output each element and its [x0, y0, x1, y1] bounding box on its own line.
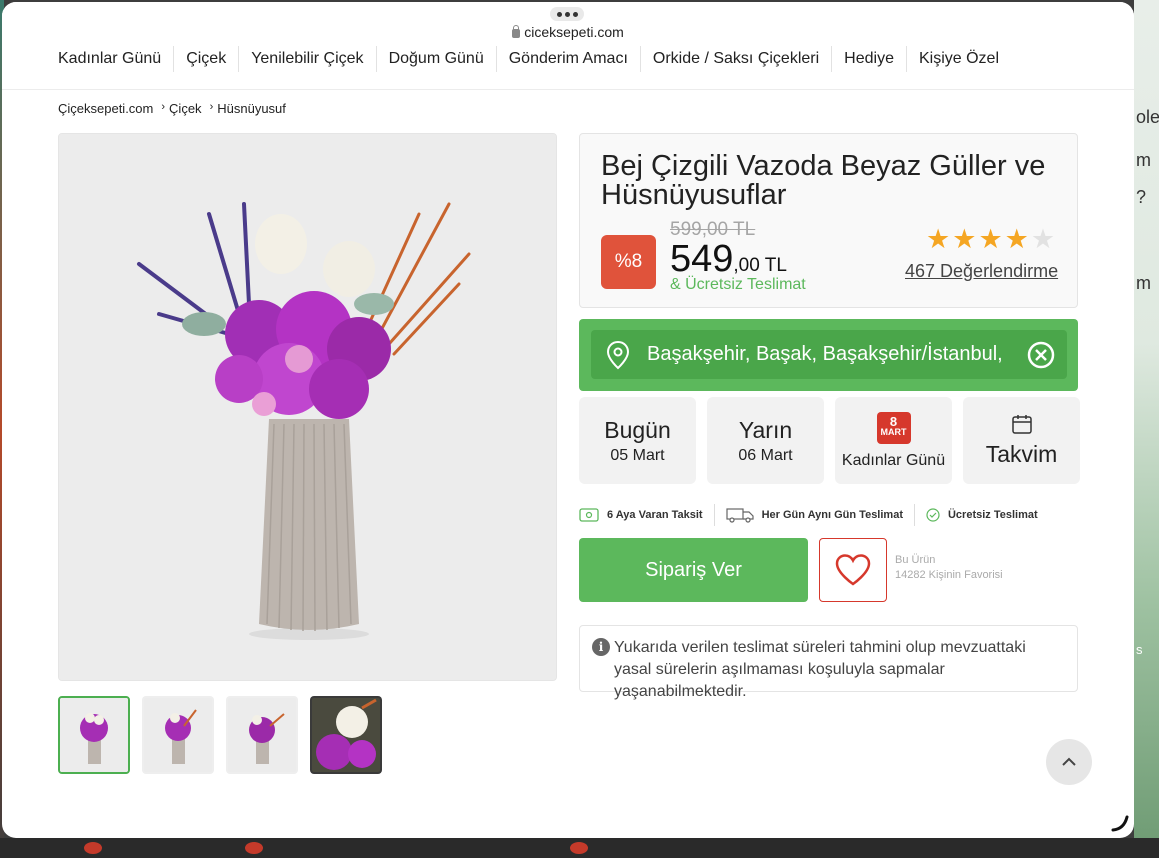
background-text: olea: [1136, 107, 1159, 127]
badge-text: MART: [880, 426, 907, 437]
feature-label: Ücretsiz Teslimat: [947, 509, 1038, 521]
date-option-kadinlar-gunu[interactable]: 8 MART Kadınlar Günü: [835, 397, 952, 484]
nav-item-orkide[interactable]: Orkide / Saksı Çiçekleri: [641, 46, 833, 72]
clear-location-icon[interactable]: [1027, 341, 1055, 369]
background-text: m: [1136, 150, 1151, 170]
features-row: 6 Aya Varan Taksit Her Gün Aynı Gün Tesl…: [579, 504, 1038, 526]
feature-label: 6 Aya Varan Taksit: [607, 509, 703, 521]
url-text: ciceksepeti.com: [524, 24, 624, 40]
background-text: s: [1136, 642, 1143, 657]
product-info-panel: Bej Çizgili Vazoda Beyaz Güller ve Hüsnü…: [579, 133, 1078, 308]
date-option-today[interactable]: Bugün 05 Mart: [579, 397, 696, 484]
nav-item-gonderim-amaci[interactable]: Gönderim Amacı: [497, 46, 641, 72]
lock-icon: [512, 25, 521, 38]
date-option-tomorrow[interactable]: Yarın 06 Mart: [707, 397, 824, 484]
location-value: Başakşehir, Başak, Başakşehir/İstanbul,: [647, 343, 1003, 365]
location-input[interactable]: Başakşehir, Başak, Başakşehir/İstanbul,: [591, 330, 1067, 379]
nav-item-kisiye-ozel[interactable]: Kişiye Özel: [907, 46, 1011, 72]
favorite-button[interactable]: [819, 538, 887, 602]
background-flower: [84, 842, 102, 854]
thumbnail-2[interactable]: [142, 696, 214, 774]
star-icon: ★: [1004, 224, 1029, 254]
womens-day-icon: 8 MART: [876, 411, 911, 444]
feature-label: Her Gün Aynı Gün Teslimat: [761, 509, 903, 521]
feature-free-delivery: Ücretsiz Teslimat: [926, 508, 1038, 522]
delivery-date-options: Bugün 05 Mart Yarın 06 Mart 8 MART Kadın…: [579, 397, 1080, 484]
feature-installment: 6 Aya Varan Taksit: [579, 508, 703, 522]
truck-icon: [725, 508, 754, 523]
delivery-notice: i Yukarıda verilen teslimat süreleri tah…: [579, 625, 1078, 700]
divider: [913, 504, 915, 526]
thumbnail-1[interactable]: [58, 696, 130, 774]
more-dots-icon[interactable]: [550, 7, 584, 21]
thumbnail-strip: [58, 696, 382, 774]
url-display[interactable]: ciceksepeti.com: [2, 24, 1134, 40]
info-icon: i: [592, 638, 610, 656]
favorite-count: 14282 Kişinin Favorisi: [895, 569, 1003, 581]
favorite-info-line: Bu Ürün: [895, 554, 936, 566]
chevron-right-icon: ›: [209, 101, 214, 113]
browser-window: ciceksepeti.com Kadınlar Günü Çiçek Yeni…: [2, 2, 1134, 838]
current-price: 549,00 TL: [670, 238, 787, 281]
date-option-calendar[interactable]: Takvim: [963, 397, 1080, 484]
favorite-info: Bu Ürün 14282 Kişinin Favorisi: [895, 553, 1003, 583]
breadcrumb: Çiçeksepeti.com › Çiçek › Hüsnüyusuf: [58, 101, 286, 116]
nav-item-kadinlar-gunu[interactable]: Kadınlar Günü: [58, 46, 175, 72]
notice-text: Yukarıda verilen teslimat süreleri tahmi…: [614, 639, 1026, 700]
thumbnail-image: [144, 698, 212, 772]
url-bar[interactable]: ciceksepeti.com: [2, 2, 1134, 50]
background-text: ?: [1136, 187, 1147, 207]
thumbnail-image: [60, 698, 128, 772]
check-circle-icon: [926, 508, 940, 522]
badge-number: 8: [889, 413, 898, 429]
star-empty-icon: ★: [1030, 224, 1056, 254]
date-label: Bugün: [604, 416, 671, 443]
product-image[interactable]: [58, 133, 557, 681]
date-label: Takvim: [985, 441, 1058, 467]
flower-vase-illustration: [59, 134, 556, 680]
delivery-location: Başakşehir, Başak, Başakşehir/İstanbul,: [579, 319, 1078, 391]
location-pin-icon: [606, 340, 630, 369]
product-title: Bej Çizgili Vazoda Beyaz Güller ve Hüsnü…: [601, 150, 1046, 211]
nav-item-dogum-gunu[interactable]: Doğum Günü: [377, 46, 497, 72]
rating-stars[interactable]: ★ ★ ★ ★ ★: [926, 226, 1055, 253]
price-integer: 549: [670, 238, 734, 280]
price-decimal: ,00 TL: [733, 255, 787, 276]
feature-same-day: Her Gün Aynı Gün Teslimat: [725, 507, 903, 523]
date-value: 05 Mart: [610, 446, 665, 464]
nav-item-cicek[interactable]: Çiçek: [174, 46, 240, 72]
date-value: 06 Mart: [738, 446, 793, 464]
discount-badge: %8: [601, 235, 656, 289]
star-icon: ★: [926, 224, 951, 254]
star-icon: ★: [952, 224, 977, 254]
date-label: Yarın: [738, 416, 793, 443]
order-button[interactable]: Sipariş Ver: [579, 538, 808, 602]
reviews-link[interactable]: 467 Değerlendirme: [905, 261, 1058, 282]
thumbnail-image: [228, 698, 296, 772]
background-text: m: [1136, 273, 1151, 293]
thumbnail-3[interactable]: [226, 696, 298, 774]
category-nav: Kadınlar Günü Çiçek Yenilebilir Çiçek Do…: [2, 46, 1134, 90]
chevron-right-icon: ›: [161, 101, 166, 113]
background-app-edge: [1134, 0, 1159, 858]
heart-icon: [835, 554, 871, 586]
scroll-to-top-button[interactable]: [1046, 739, 1092, 785]
resize-handle-icon[interactable]: [1110, 814, 1130, 834]
background-flower: [570, 842, 588, 854]
free-shipping-text: & Ücretsiz Teslimat: [670, 276, 806, 293]
nav-item-hediye[interactable]: Hediye: [832, 46, 907, 72]
chevron-up-icon: [1062, 757, 1076, 766]
card-icon: [579, 508, 599, 522]
calendar-icon: [1011, 415, 1032, 434]
background-flower: [245, 842, 263, 854]
thumbnail-4[interactable]: [310, 696, 382, 774]
breadcrumb-item[interactable]: Çiçeksepeti.com: [58, 101, 153, 116]
breadcrumb-item[interactable]: Çiçek: [169, 101, 202, 116]
thumbnail-image: [312, 698, 380, 772]
star-icon: ★: [978, 224, 1003, 254]
date-label: Kadınlar Günü: [841, 451, 946, 469]
breadcrumb-item[interactable]: Hüsnüyusuf: [217, 101, 286, 116]
nav-item-yenilebilir-cicek[interactable]: Yenilebilir Çiçek: [239, 46, 377, 72]
divider: [713, 504, 715, 526]
